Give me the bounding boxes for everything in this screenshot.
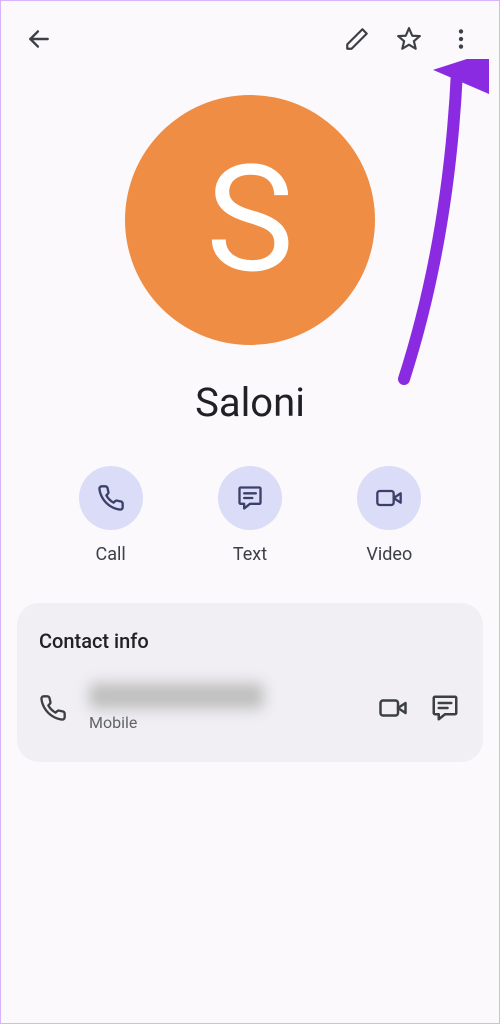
call-label: Call <box>96 544 126 565</box>
video-icon <box>378 693 408 723</box>
more-options-button[interactable] <box>439 17 483 61</box>
back-button[interactable] <box>17 17 61 61</box>
arrow-left-icon <box>26 26 52 52</box>
contact-name: Saloni <box>17 379 483 426</box>
favorite-button[interactable] <box>387 17 431 61</box>
edit-button[interactable] <box>335 17 379 61</box>
message-icon <box>236 484 264 512</box>
message-icon <box>430 693 460 723</box>
phone-icon <box>39 694 67 722</box>
phone-type: Mobile <box>89 713 355 732</box>
text-label: Text <box>233 544 267 565</box>
star-icon <box>396 26 422 52</box>
row-message-button[interactable] <box>429 692 461 724</box>
video-button[interactable]: Video <box>339 466 439 565</box>
video-label: Video <box>366 544 412 565</box>
row-video-button[interactable] <box>377 692 409 724</box>
more-vert-icon <box>448 26 474 52</box>
action-row: Call Text Video <box>17 466 483 565</box>
contact-info-card: Contact info Mobile <box>17 603 483 762</box>
call-button[interactable]: Call <box>61 466 161 565</box>
contact-avatar[interactable]: S <box>125 95 375 345</box>
phone-row[interactable]: Mobile <box>39 683 461 732</box>
phone-icon <box>97 484 125 512</box>
contact-info-title: Contact info <box>39 629 461 653</box>
phone-number-redacted <box>89 683 264 709</box>
text-button[interactable]: Text <box>200 466 300 565</box>
contact-initial: S <box>206 134 294 307</box>
top-bar <box>17 11 483 67</box>
pencil-icon <box>344 26 370 52</box>
video-icon <box>375 484 403 512</box>
